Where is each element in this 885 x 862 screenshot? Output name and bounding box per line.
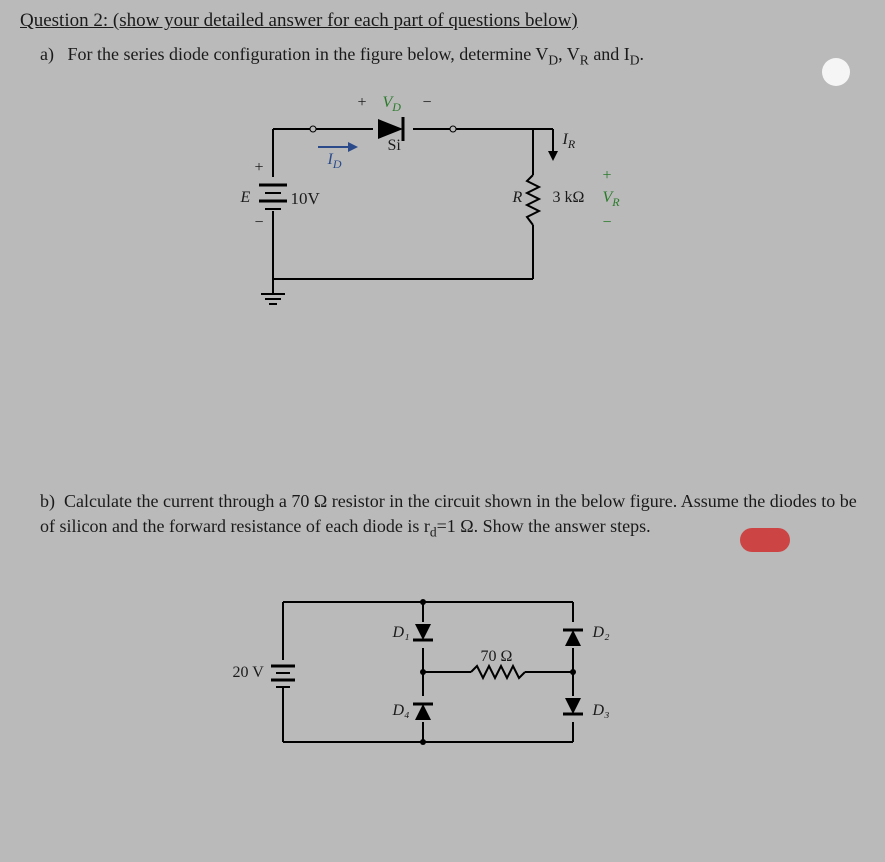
part-a-t1: For the series diode configuration in th… — [67, 44, 548, 64]
question-title: Question 2: (show your detailed answer f… — [20, 10, 865, 32]
speech-bubble-icon — [822, 58, 850, 86]
part-a-t4: . — [640, 44, 645, 64]
part-a-s2: R — [580, 53, 589, 68]
cb-d1: D₁ — [393, 624, 410, 642]
circuit-b: 20 V D₁ D₄ D₂ D₃ 70 Ω — [243, 572, 643, 772]
e-plus: + — [255, 159, 264, 177]
vr-label: VR — [603, 189, 620, 210]
cb-src: 20 V — [233, 664, 264, 682]
vr-minus: − — [603, 214, 612, 232]
e-minus: − — [255, 214, 264, 232]
cb-d4: D₄ — [393, 702, 410, 720]
cb-r: 70 Ω — [481, 648, 513, 666]
vd-minus: − — [423, 94, 432, 112]
part-a-text: a) For the series diode configuration in… — [40, 44, 865, 69]
e-label: E — [241, 189, 251, 207]
part-a-s1: D — [548, 53, 558, 68]
si-label: Si — [388, 137, 401, 155]
r-label: R — [513, 189, 523, 207]
part-b-sd: d — [430, 524, 437, 539]
part-a-s3: D — [630, 53, 640, 68]
vd-label: VD — [383, 94, 401, 115]
circuit-b-svg — [243, 572, 643, 772]
annotation-marker — [740, 528, 790, 552]
part-a-prefix: a) — [40, 44, 54, 64]
id-label: ID — [328, 151, 342, 172]
cb-d3: D₃ — [593, 702, 610, 720]
r-value: 3 kΩ — [553, 189, 585, 207]
cb-d2: D₂ — [593, 624, 610, 642]
vd-plus: + — [358, 94, 367, 112]
part-a-t3: and I — [589, 44, 630, 64]
part-b-t2: =1 Ω. Show the answer steps. — [437, 516, 651, 536]
part-a-t2: , V — [558, 44, 580, 64]
ir-label: IR — [563, 131, 576, 152]
circuit-a: + VD − Si ID + E − 10V IR R 3 kΩ + VR − — [233, 89, 653, 309]
e-value: 10V — [291, 189, 320, 209]
vr-plus: + — [603, 167, 612, 185]
part-b-prefix: b) — [40, 491, 55, 511]
